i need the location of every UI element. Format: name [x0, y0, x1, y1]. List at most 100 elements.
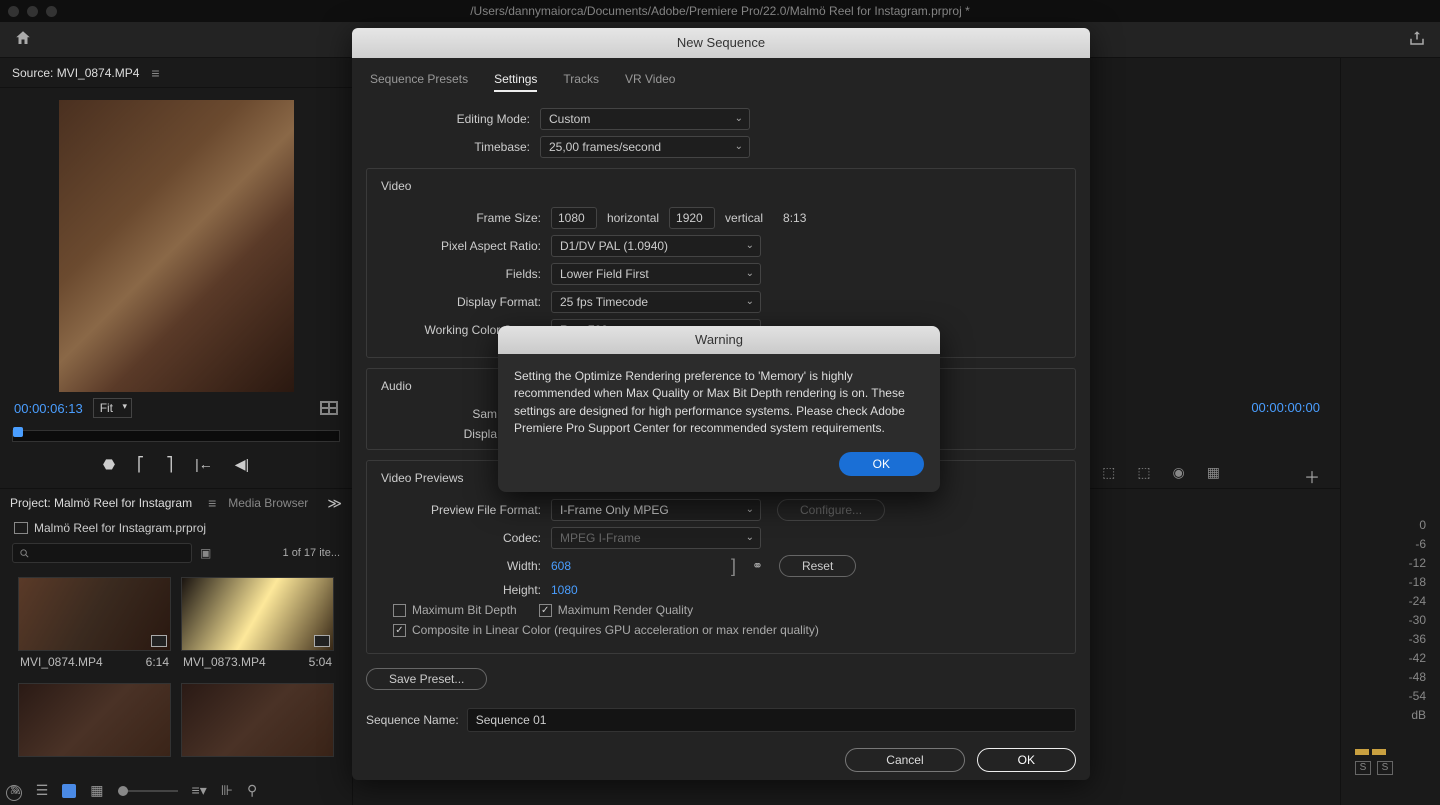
- codec-select: MPEG I-Frame⌄: [551, 527, 761, 549]
- auto-sequence-icon[interactable]: ⊪: [221, 782, 233, 799]
- source-scrubber[interactable]: [12, 430, 340, 442]
- go-to-in-icon[interactable]: |←: [195, 456, 213, 473]
- new-bin-icon[interactable]: ▣: [200, 546, 211, 560]
- preview-format-select[interactable]: I-Frame Only MPEG⌄: [551, 499, 761, 521]
- tab-sequence-presets[interactable]: Sequence Presets: [370, 72, 468, 92]
- in-point-icon[interactable]: ⎡: [137, 456, 144, 473]
- par-select[interactable]: D1/DV PAL (1.0940)⌄: [551, 235, 761, 257]
- label-sample: Sam: [377, 407, 497, 421]
- solo-button[interactable]: S: [1355, 761, 1371, 775]
- meter-bars: [1355, 749, 1386, 755]
- sort-icon[interactable]: ≡▾: [192, 782, 207, 799]
- window-title: /Users/dannymaiorca/Documents/Adobe/Prem…: [0, 4, 1440, 18]
- ok-button[interactable]: OK: [977, 748, 1076, 772]
- playhead-icon[interactable]: [13, 427, 23, 437]
- label-pff: Preview File Format:: [377, 503, 541, 517]
- label-max-bit: Maximum Bit Depth: [412, 603, 517, 617]
- source-transport: ⬣ ⎡ ⎤ |← ◀|: [0, 446, 352, 483]
- audio-meter-panel: 0-6-12 -18-24-30 -36-42-48 -54dB S S: [1340, 58, 1440, 805]
- clip-item[interactable]: [18, 683, 171, 757]
- step-back-icon[interactable]: ◀|: [235, 456, 249, 473]
- solo-button[interactable]: S: [1377, 761, 1393, 775]
- label-audio-display: Displa: [377, 427, 497, 441]
- tab-settings[interactable]: Settings: [494, 72, 537, 92]
- source-video-preview[interactable]: [59, 100, 294, 392]
- max-bit-depth-checkbox[interactable]: [393, 604, 406, 617]
- source-timecode[interactable]: 00:00:06:13: [14, 401, 83, 416]
- group-video: Video: [377, 179, 415, 193]
- bin-icon: [14, 522, 28, 534]
- reset-button[interactable]: Reset: [779, 555, 856, 577]
- comparison-icon[interactable]: ▦: [1207, 464, 1220, 481]
- project-footer: ✎ ☰ ▦ ≡▾ ⊪ ⚲: [10, 782, 342, 799]
- project-panel: Project: Malmö Reel for Instagram ≡ Medi…: [0, 488, 353, 805]
- save-preset-button[interactable]: Save Preset...: [366, 668, 487, 690]
- warning-dialog: Warning Setting the Optimize Rendering p…: [498, 326, 940, 492]
- editing-mode-select[interactable]: Custom⌄: [540, 108, 750, 130]
- zoom-slider[interactable]: [118, 790, 178, 792]
- label-horizontal: horizontal: [607, 211, 659, 225]
- group-audio: Audio: [377, 379, 416, 393]
- label-vertical: vertical: [725, 211, 763, 225]
- project-tab[interactable]: Project: Malmö Reel for Instagram: [10, 496, 192, 510]
- icon-view-icon[interactable]: [62, 784, 76, 798]
- source-monitor-panel: Source: MVI_0874.MP4 ≡ 00:00:06:13 Fit ⬣…: [0, 58, 353, 488]
- max-render-checkbox[interactable]: [539, 604, 552, 617]
- preview-height-value[interactable]: 1080: [551, 583, 578, 597]
- link-icon[interactable]: ⚭: [752, 558, 763, 574]
- label-fields: Fields:: [377, 267, 541, 281]
- find-icon[interactable]: ⚲: [247, 782, 257, 799]
- cancel-button[interactable]: Cancel: [845, 748, 964, 772]
- creative-cloud-icon[interactable]: ∞: [6, 785, 22, 801]
- video-badge-icon: [151, 635, 167, 647]
- media-browser-tab[interactable]: Media Browser: [228, 496, 308, 510]
- resolution-icon[interactable]: [320, 401, 338, 415]
- program-timecode[interactable]: 00:00:00:00: [1251, 400, 1320, 415]
- display-format-select[interactable]: 25 fps Timecode⌄: [551, 291, 761, 313]
- label-codec: Codec:: [377, 531, 541, 545]
- timebase-select[interactable]: 25,00 frames/second⌄: [540, 136, 750, 158]
- clip-item[interactable]: MVI_0874.MP46:14: [18, 577, 171, 673]
- frame-height-input[interactable]: [669, 207, 715, 229]
- panel-menu-icon[interactable]: ≡: [151, 65, 159, 81]
- tab-tracks[interactable]: Tracks: [563, 72, 599, 92]
- add-button-icon[interactable]: ＋: [1304, 464, 1320, 488]
- panel-menu-icon[interactable]: ≡: [208, 495, 216, 511]
- title-bar: /Users/dannymaiorca/Documents/Adobe/Prem…: [0, 0, 1440, 22]
- search-input[interactable]: [12, 543, 192, 563]
- extract-icon[interactable]: ⬚: [1137, 464, 1150, 481]
- item-count: 1 of 17 ite...: [283, 547, 340, 559]
- aspect-ratio-text: 8:13: [783, 211, 806, 225]
- dialog-title: New Sequence: [352, 28, 1090, 58]
- link-bracket-icon: ]: [731, 556, 736, 577]
- share-icon[interactable]: [1408, 29, 1426, 50]
- out-point-icon[interactable]: ⎤: [166, 456, 173, 473]
- label-sequence-name: Sequence Name:: [366, 713, 459, 727]
- configure-button: Configure...: [777, 499, 885, 521]
- freeform-view-icon[interactable]: ▦: [90, 782, 103, 799]
- video-badge-icon: [314, 635, 330, 647]
- sequence-name-input[interactable]: [467, 708, 1076, 732]
- label-max-render: Maximum Render Quality: [558, 603, 693, 617]
- label-editing-mode: Editing Mode:: [366, 112, 530, 126]
- preview-width-value[interactable]: 608: [551, 559, 571, 573]
- label-par: Pixel Aspect Ratio:: [377, 239, 541, 253]
- tab-vr-video[interactable]: VR Video: [625, 72, 675, 92]
- home-icon[interactable]: [14, 29, 32, 50]
- meter-scale: 0-6-12 -18-24-30 -36-42-48 -54dB: [1409, 518, 1426, 722]
- project-filename: Malmö Reel for Instagram.prproj: [0, 517, 352, 539]
- clip-item[interactable]: [181, 683, 334, 757]
- zoom-select[interactable]: Fit: [93, 398, 132, 418]
- export-frame-icon[interactable]: ◉: [1173, 464, 1185, 481]
- label-timebase: Timebase:: [366, 140, 530, 154]
- clip-item[interactable]: MVI_0873.MP45:04: [181, 577, 334, 673]
- warning-ok-button[interactable]: OK: [839, 452, 924, 476]
- fields-select[interactable]: Lower Field First⌄: [551, 263, 761, 285]
- lift-icon[interactable]: ⬚: [1102, 464, 1115, 481]
- source-tab[interactable]: Source: MVI_0874.MP4: [12, 66, 139, 80]
- list-view-icon[interactable]: ☰: [36, 782, 49, 799]
- frame-width-input[interactable]: [551, 207, 597, 229]
- marker-icon[interactable]: ⬣: [103, 456, 115, 473]
- composite-linear-checkbox[interactable]: [393, 624, 406, 637]
- expand-chevron-icon[interactable]: ≫: [327, 495, 342, 512]
